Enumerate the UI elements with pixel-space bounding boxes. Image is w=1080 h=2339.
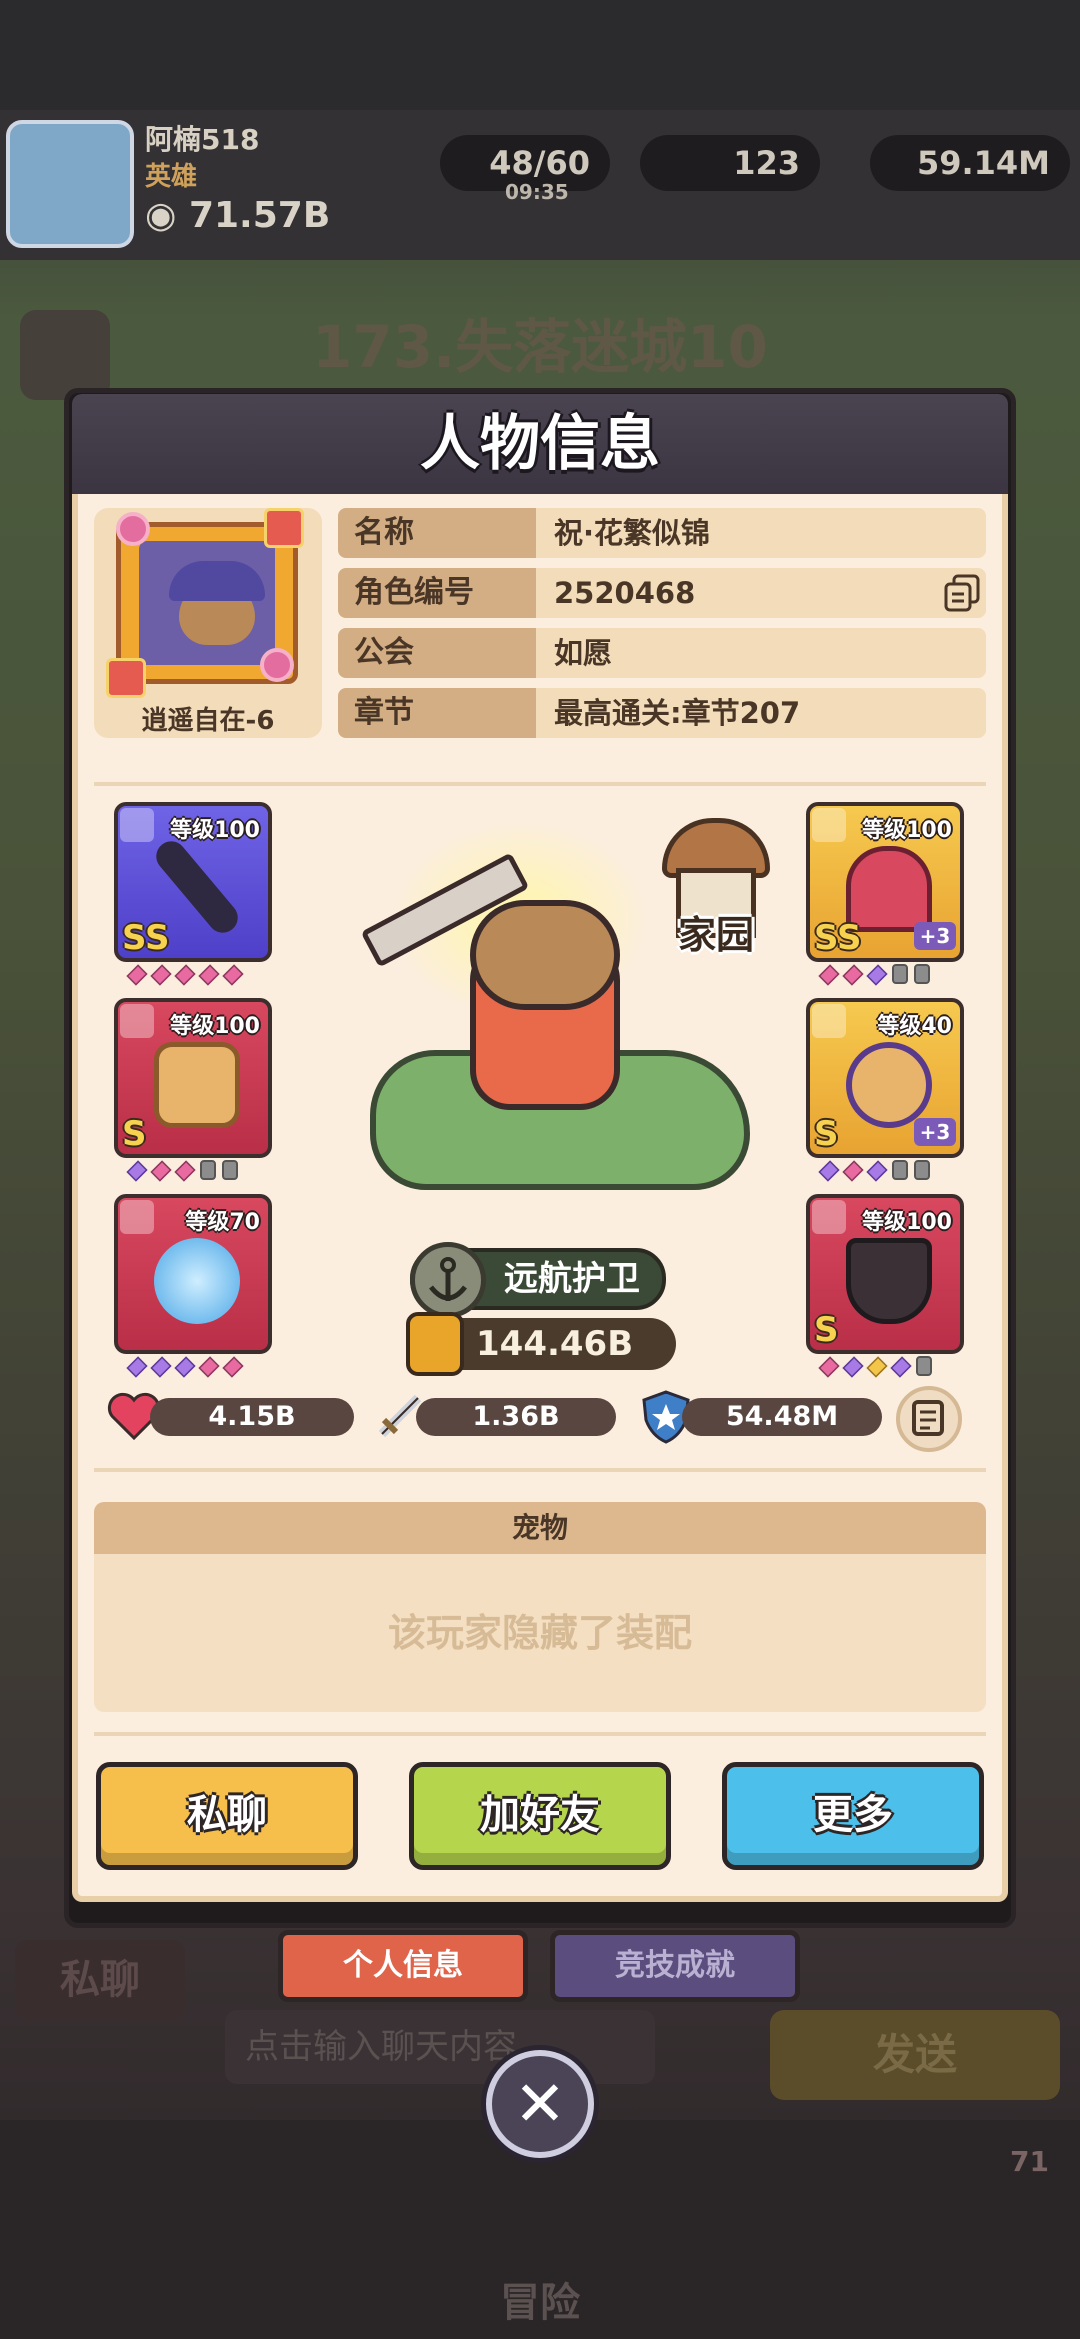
info-row-role-id: 角色编号 2520468: [338, 568, 986, 618]
stats-detail-button[interactable]: [896, 1386, 962, 1452]
divider: [94, 1732, 986, 1736]
gem-counter[interactable]: 123: [640, 135, 820, 191]
info-key: 角色编号: [338, 568, 536, 618]
equipment-level: 等级100: [170, 1014, 260, 1039]
close-icon: ✕: [514, 2067, 566, 2140]
equipment-slot-weapon[interactable]: 等级100 SS: [114, 802, 272, 962]
gem-sockets: [126, 1356, 244, 1378]
gold-counter[interactable]: 59.14M: [870, 135, 1070, 191]
list-icon: [912, 1400, 944, 1436]
sword-type-icon: [120, 808, 154, 842]
player-title: 英雄: [145, 162, 198, 192]
ring-type-icon: [812, 1004, 846, 1038]
stage-title: 173.失落迷城10: [312, 313, 768, 381]
info-value: 最高通关:章节207: [554, 696, 801, 730]
shield-sword-icon: [406, 1312, 464, 1376]
equipment-level: 等级100: [170, 818, 260, 843]
pet-section-header: 宠物: [94, 1502, 986, 1554]
info-value: 如愿: [554, 636, 613, 670]
send-button[interactable]: 发送: [770, 2010, 1060, 2100]
flower-icon: [260, 648, 294, 682]
gem-sockets: [818, 964, 930, 986]
info-row-chapter: 章节 最高通关:章节207: [338, 688, 986, 738]
gift-icon: [106, 658, 146, 698]
enhance-badge: +3: [914, 922, 956, 950]
gem-sockets: [818, 1160, 930, 1182]
equipment-rank: S: [122, 1114, 147, 1154]
info-value: 祝·花繁似锦: [554, 516, 711, 550]
energy-timer: 09:35: [505, 180, 569, 204]
flower-icon: [116, 512, 150, 546]
info-key: 名称: [338, 508, 536, 558]
nav-badge-count: 71: [1010, 2145, 1049, 2178]
gem-sockets: [126, 1160, 238, 1182]
equipment-level: 等级100: [862, 1210, 952, 1235]
equipment-rank: SS: [122, 918, 170, 958]
menu-button[interactable]: [20, 310, 110, 400]
orb-icon: [154, 1238, 240, 1324]
ring-type-icon: [120, 1004, 154, 1038]
close-button[interactable]: ✕: [486, 2050, 594, 2158]
tab-arena-achievements[interactable]: 竞技成就: [550, 1930, 800, 2002]
player-power: ◉ 71.57B: [145, 195, 331, 236]
class-badge: 远航护卫: [410, 1242, 666, 1318]
divider: [94, 782, 986, 786]
gift-icon: [264, 508, 304, 548]
equipment-slot-trophy[interactable]: 等级100 S: [806, 1194, 964, 1354]
more-button[interactable]: 更多: [722, 1762, 984, 1870]
defense-value: 54.48M: [682, 1398, 882, 1436]
armor-type-icon: [812, 808, 846, 842]
dialog-title: 人物信息: [72, 394, 1008, 494]
info-row-guild: 公会 如愿: [338, 628, 986, 678]
player-avatar[interactable]: [6, 120, 134, 248]
chat-input[interactable]: 点击输入聊天内容: [225, 2010, 655, 2084]
pet-hidden-message: 该玩家隐藏了装配: [94, 1554, 986, 1712]
copy-icon[interactable]: [942, 572, 982, 612]
info-key: 公会: [338, 628, 536, 678]
ring-icon: [846, 1042, 932, 1128]
private-chat-tab-bg[interactable]: 私聊: [15, 1940, 185, 2020]
necklace-type-icon: [120, 1200, 154, 1234]
equipment-slot-armor[interactable]: 等级100 SS +3: [806, 802, 964, 962]
home-button[interactable]: 家园: [656, 818, 776, 957]
anchor-icon: [410, 1242, 486, 1318]
attack-value: 1.36B: [416, 1398, 616, 1436]
player-portrait[interactable]: 逍遥自在-6: [94, 508, 322, 738]
equipment-slot-necklace[interactable]: 等级70: [114, 1194, 272, 1354]
portrait-frame-label: 逍遥自在-6: [141, 706, 275, 736]
portrait-image: [139, 541, 275, 665]
adventure-nav-label[interactable]: 冒险: [0, 2270, 1080, 2328]
player-name: 阿楠518: [145, 123, 260, 156]
info-key: 章节: [338, 688, 536, 738]
necklace-type-icon: [812, 1200, 846, 1234]
hp-value: 4.15B: [150, 1398, 354, 1436]
character-head: [470, 900, 620, 1010]
equipment-rank: SS: [814, 918, 862, 958]
gem-sockets: [818, 1356, 932, 1378]
gem-sockets: [126, 964, 244, 986]
ring-icon: [154, 1042, 240, 1128]
equipment-rank: S: [814, 1310, 839, 1350]
equipment-level: 等级40: [877, 1014, 952, 1039]
equipment-level: 等级70: [185, 1210, 260, 1235]
tab-profile[interactable]: 个人信息: [278, 1930, 528, 2002]
combat-power-value: 144.46B: [476, 1324, 634, 1364]
add-friend-button[interactable]: 加好友: [409, 1762, 671, 1870]
trophy-icon: [846, 1238, 932, 1324]
equipment-rank: S: [814, 1114, 839, 1154]
equipment-level: 等级100: [862, 818, 952, 843]
info-row-name: 名称 祝·花繁似锦: [338, 508, 986, 558]
info-value: 2520468: [554, 576, 696, 610]
equipment-slot-ring-2[interactable]: 等级40 S +3: [806, 998, 964, 1158]
hat-icon: [169, 561, 265, 601]
equipment-slot-ring[interactable]: 等级100 S: [114, 998, 272, 1158]
enhance-badge: +3: [914, 1118, 956, 1146]
class-label: 远航护卫: [504, 1259, 640, 1299]
private-chat-button[interactable]: 私聊: [96, 1762, 358, 1870]
home-label: 家园: [677, 913, 754, 957]
combat-power: 144.46B: [406, 1312, 676, 1376]
divider: [94, 1468, 986, 1472]
